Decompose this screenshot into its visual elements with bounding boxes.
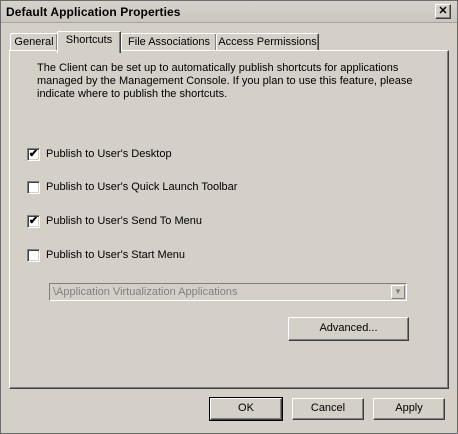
dialog-window: Default Application Properties ✕ General… xyxy=(0,0,458,434)
start-menu-checkbox[interactable] xyxy=(27,249,40,262)
check-icon: ✔ xyxy=(28,148,39,160)
quick-launch-checkbox[interactable] xyxy=(27,181,40,194)
window-title: Default Application Properties xyxy=(6,5,181,19)
title-bar[interactable]: Default Application Properties ✕ xyxy=(1,1,457,23)
quick-launch-checkbox-label[interactable]: Publish to User's Quick Launch Toolbar xyxy=(46,181,237,193)
send-to-checkbox[interactable]: ✔ xyxy=(27,215,40,228)
desktop-checkbox[interactable]: ✔ xyxy=(27,148,40,161)
desktop-checkbox-label[interactable]: Publish to User's Desktop xyxy=(46,148,172,160)
advanced-button[interactable]: Advanced... xyxy=(288,317,409,341)
apply-button[interactable]: Apply xyxy=(373,398,445,420)
close-button[interactable]: ✕ xyxy=(435,4,451,19)
chevron-down-icon[interactable]: ▼ xyxy=(391,285,405,299)
ok-button[interactable]: OK xyxy=(209,397,283,421)
cancel-button[interactable]: Cancel xyxy=(292,398,364,420)
close-icon: ✕ xyxy=(438,5,448,17)
check-icon: ✔ xyxy=(28,215,39,227)
tab-file-associations[interactable]: File Associations xyxy=(121,33,217,51)
start-menu-checkbox-label[interactable]: Publish to User's Start Menu xyxy=(46,249,185,261)
start-menu-folder-value: \Application Virtualization Applications xyxy=(53,286,238,298)
tab-shortcuts[interactable]: Shortcuts xyxy=(57,31,121,53)
start-menu-folder-select[interactable]: \Application Virtualization Applications… xyxy=(49,283,407,301)
tab-general[interactable]: General xyxy=(10,33,58,51)
tab-access-permissions[interactable]: Access Permissions xyxy=(216,33,319,51)
send-to-checkbox-label[interactable]: Publish to User's Send To Menu xyxy=(46,215,202,227)
shortcuts-description: The Client can be set up to automaticall… xyxy=(37,62,413,100)
